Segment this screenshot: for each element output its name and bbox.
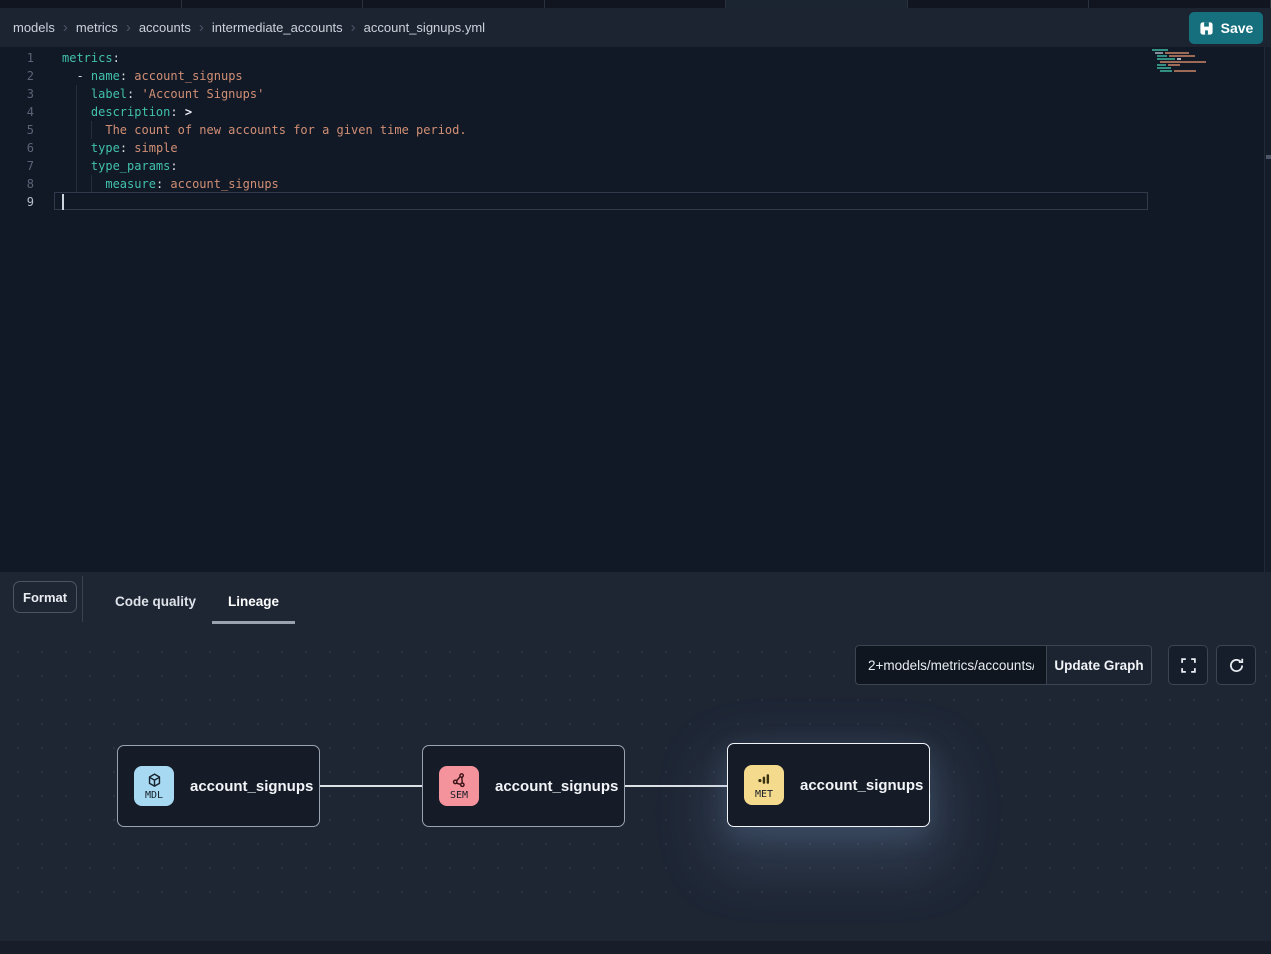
breadcrumb-item[interactable]: accounts [139,20,191,35]
breadcrumb-chevron-icon: › [63,19,68,36]
code-line-2[interactable]: 2 - name: account_signups [0,67,1264,85]
minimap-row [1152,58,1214,60]
breadcrumb-item[interactable]: models [13,20,55,35]
panel-divider [82,576,83,622]
code-line-4[interactable]: 4 description: > [0,103,1264,121]
code-text: metrics: [62,49,120,67]
code-editor[interactable]: 1metrics:2 - name: account_signups3 labe… [0,47,1271,572]
panel-bottom-edge [0,941,1271,954]
breadcrumb-chevron-icon: › [199,19,204,36]
file-tab-4[interactable] [726,0,908,8]
format-button[interactable]: Format [13,581,77,613]
lineage-node-met-account_signups[interactable]: MET account_signups [727,743,930,827]
refresh-icon [1228,657,1245,674]
line-number: 2 [0,67,34,85]
line-number: 5 [0,121,34,139]
fullscreen-icon [1180,657,1197,674]
code-text: measure: account_signups [62,175,279,193]
file-tab-6[interactable] [1089,0,1271,8]
code-line-8[interactable]: 8 measure: account_signups [0,175,1264,193]
breadcrumb: models › metrics › accounts › intermediate_acc… [13,8,489,47]
minimap-row [1152,61,1214,63]
save-icon [1199,21,1214,36]
text-cursor [62,194,64,210]
line-number: 6 [0,139,34,157]
code-line-5[interactable]: 5 The count of new accounts for a given … [0,121,1264,139]
file-tab-0[interactable] [0,0,182,8]
breadcrumb-chevron-icon: › [126,19,131,36]
header-bar: models › metrics › accounts › intermediate_acc… [0,8,1271,47]
badge-label: MET [755,789,773,800]
active-tab-underline [212,621,295,624]
minimap-row [1152,52,1214,54]
metric-icon [756,771,773,788]
panel-tab-lineage[interactable]: Lineage [212,572,295,630]
node-label: account_signups [495,778,618,795]
file-tab-5[interactable] [908,0,1090,8]
minimap-row [1152,49,1214,51]
panel-tab-label: Code quality [115,594,196,609]
badge-label: SEM [450,790,468,801]
file-tab-2[interactable] [363,0,545,8]
current-line-highlight [54,192,1148,210]
breadcrumb-item[interactable]: intermediate_accounts [212,20,343,35]
code-text: - name: account_signups [62,67,243,85]
minimap-row [1152,55,1214,57]
node-label: account_signups [190,778,313,795]
lineage-node-mdl-account_signups[interactable]: MDL account_signups [117,745,320,827]
file-tab-1[interactable] [182,0,364,8]
editor-scrollbar[interactable] [1264,47,1271,572]
panel-tab-code-quality[interactable]: Code quality [99,572,212,630]
semantic-model-badge: SEM [439,766,479,806]
update-graph-button[interactable]: Update Graph [1047,645,1152,685]
lineage-edge [625,785,727,787]
line-number: 7 [0,157,34,175]
code-text: The count of new accounts for a given ti… [62,121,467,139]
file-tabstrip [0,0,1271,8]
line-number: 9 [0,193,34,211]
refresh-button[interactable] [1216,645,1256,685]
code-line-7[interactable]: 7 type_params: [0,157,1264,175]
code-text: description: > [62,103,192,121]
minimap-row [1152,64,1214,66]
semantic-model-icon [451,772,468,789]
badge-label: MDL [145,790,163,801]
scrollbar-marker [1266,155,1271,159]
file-tab-3[interactable] [545,0,727,8]
code-text: type: simple [62,139,178,157]
lineage-edge [320,785,422,787]
model-icon [146,772,163,789]
code-text: type_params: [62,157,178,175]
minimap-row [1152,67,1214,69]
minimap-row [1152,70,1214,72]
node-label: account_signups [800,777,923,794]
panel-tab-label: Lineage [228,594,279,609]
panel-tabs: Code quality Lineage [99,572,295,630]
code-line-6[interactable]: 6 type: simple [0,139,1264,157]
lineage-selector-input[interactable] [855,645,1047,685]
lineage-canvas[interactable]: Update Graph MDLaccount_signupsS [0,630,1271,913]
line-number: 1 [0,49,34,67]
app-window: models › metrics › accounts › intermediate_acc… [0,0,1271,954]
line-number: 4 [0,103,34,121]
bottom-panel: Format Code quality Lineage Update Graph [0,572,1271,954]
panel-tab-row: Format Code quality Lineage [0,572,1271,630]
breadcrumb-chevron-icon: › [351,19,356,36]
fullscreen-button[interactable] [1168,645,1208,685]
minimap[interactable] [1152,49,1214,79]
code-line-3[interactable]: 3 label: 'Account Signups' [0,85,1264,103]
code-line-1[interactable]: 1 metrics: [0,49,1264,67]
breadcrumb-item[interactable]: account_signups.yml [364,20,485,35]
code-line-9[interactable]: 9 [0,193,1264,211]
save-button-label: Save [1221,20,1254,36]
metric-badge: MET [744,765,784,805]
breadcrumb-item[interactable]: metrics [76,20,118,35]
lineage-selector-group: Update Graph [855,645,1152,685]
lineage-node-sem-account_signups[interactable]: SEM account_signups [422,745,625,827]
line-number: 8 [0,175,34,193]
line-number: 3 [0,85,34,103]
save-button[interactable]: Save [1189,12,1263,44]
code-text: label: 'Account Signups' [62,85,264,103]
model-badge: MDL [134,766,174,806]
